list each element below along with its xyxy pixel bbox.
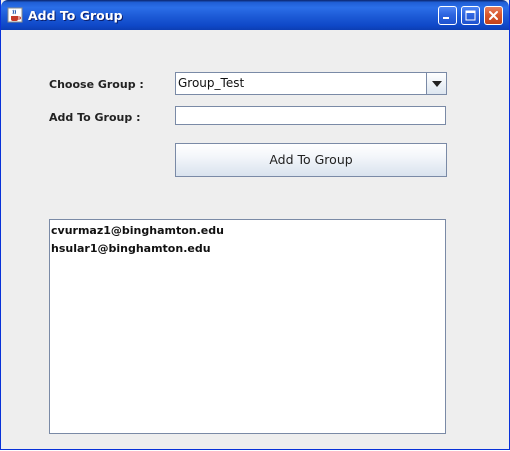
maximize-icon	[465, 10, 476, 21]
members-list[interactable]: cvurmaz1@binghamton.edu hsular1@binghamt…	[49, 219, 446, 434]
minimize-button[interactable]	[438, 6, 457, 25]
close-icon	[489, 11, 498, 20]
content-panel: Choose Group : Group_Test Add To Group :…	[1, 30, 509, 449]
chevron-down-icon	[431, 80, 442, 87]
minimize-icon	[443, 17, 449, 19]
close-button[interactable]	[484, 6, 503, 25]
group-select-value: Group_Test	[178, 76, 245, 90]
java-cup-icon[interactable]	[7, 7, 23, 23]
add-to-group-label: Add To Group :	[49, 111, 141, 124]
title-bar[interactable]: Add To Group	[1, 0, 509, 30]
group-select-dropdown-button[interactable]	[426, 73, 446, 94]
choose-group-label: Choose Group :	[49, 78, 144, 91]
add-to-group-button[interactable]: Add To Group	[175, 143, 447, 177]
list-item[interactable]: hsular1@binghamton.edu	[51, 240, 444, 258]
add-to-group-window: Add To Group Choose Group : Group_Test A…	[0, 0, 510, 450]
maximize-button[interactable]	[461, 6, 480, 25]
list-item[interactable]: cvurmaz1@binghamton.edu	[51, 222, 444, 240]
add-to-group-input[interactable]	[175, 106, 446, 125]
group-select[interactable]: Group_Test	[175, 72, 447, 95]
window-title: Add To Group	[28, 8, 123, 23]
